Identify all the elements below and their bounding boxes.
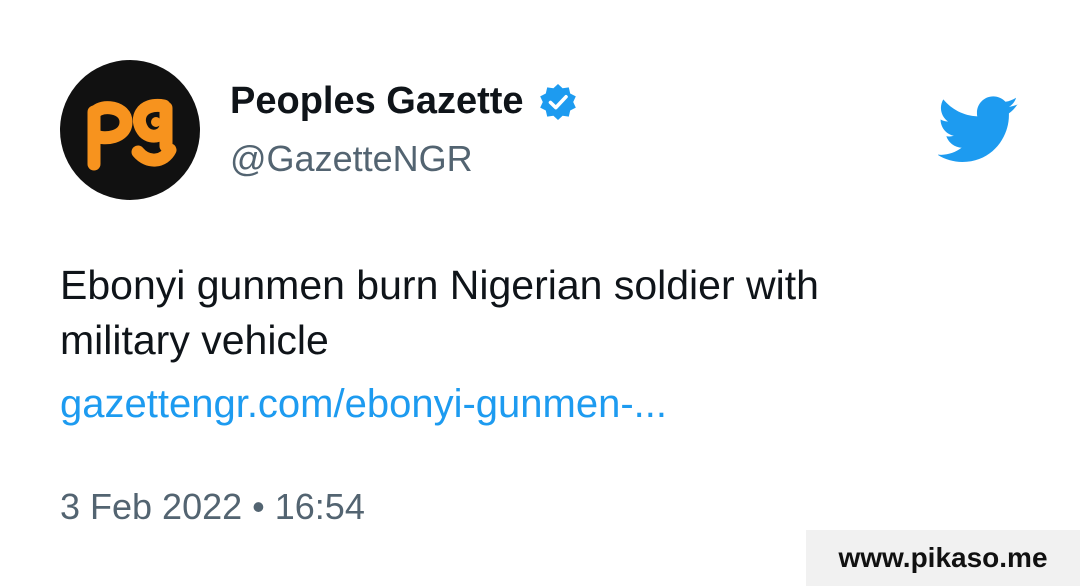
peoples-gazette-logo — [87, 98, 177, 171]
display-name[interactable]: Peoples Gazette — [230, 80, 578, 123]
avatar[interactable] — [60, 60, 200, 200]
display-name-label: Peoples Gazette — [230, 80, 524, 122]
verified-badge-icon — [538, 82, 578, 122]
user-handle[interactable]: @GazetteNGR — [230, 138, 473, 180]
tweet-text: Ebonyi gunmen burn Nigerian soldier with… — [60, 262, 819, 363]
watermark: www.pikaso.me — [806, 530, 1080, 586]
tweet-timestamp[interactable]: 3 Feb 2022 • 16:54 — [60, 486, 365, 528]
tweet-link[interactable]: gazettengr.com/ebonyi-gunmen-... — [60, 382, 667, 427]
twitter-bird-icon[interactable] — [938, 96, 1020, 164]
